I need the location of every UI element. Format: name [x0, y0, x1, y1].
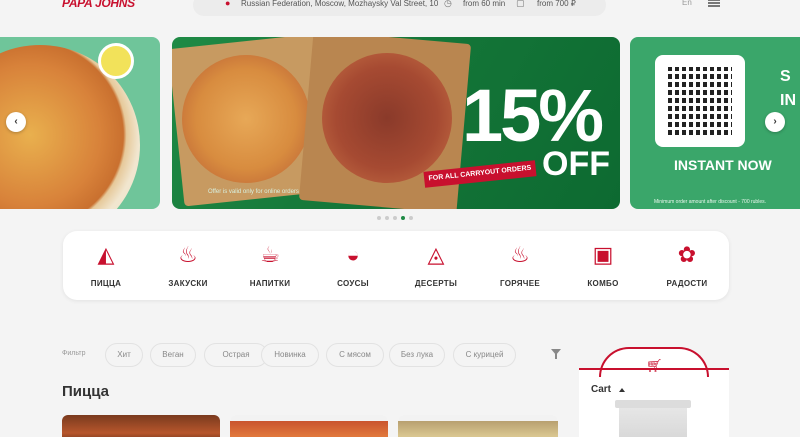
chevron-right-icon: › [773, 116, 777, 127]
category-5[interactable]: ◬ ДЕСЕРТЫ [401, 241, 471, 288]
filter-funnel-icon[interactable] [551, 349, 561, 359]
drink-cup-icon: ☕ [260, 242, 280, 267]
box-icon: ▢ [516, 0, 525, 8]
promo-instant-title: INSTANT NOW [674, 157, 772, 173]
carousel-dot[interactable] [377, 216, 381, 220]
carousel-pagination [377, 216, 413, 222]
category-label: СОУСЫ [337, 279, 369, 288]
empty-cart-box-image [615, 400, 691, 437]
pizza-image [62, 415, 220, 437]
qr-code-pattern [668, 67, 732, 135]
toy-bunny-icon: ✿ [677, 242, 697, 267]
filter-chip[interactable]: Веган [150, 343, 196, 367]
shopping-cart-icon[interactable]: 🛒︎ [646, 358, 663, 374]
snacks-icon: ♨ [178, 242, 198, 267]
location-pin-icon: ● [225, 0, 231, 8]
chevron-left-icon: ‹ [14, 116, 18, 127]
product-card[interactable] [62, 415, 220, 437]
category-label: ЗАКУСКИ [168, 279, 208, 288]
hot-pot-icon: ♨ [510, 242, 530, 267]
category-7[interactable]: ▣ КОМБО [568, 241, 638, 288]
category-label: РАДОСТИ [666, 279, 708, 288]
category-label: ПИЦЦА [90, 279, 122, 288]
papa-johns-logo[interactable]: PAPA JOHNS [62, 0, 135, 10]
carousel-dot[interactable] [401, 216, 405, 220]
filter-chip[interactable]: Без лука [389, 343, 445, 367]
category-label: КОМБО [587, 279, 619, 288]
language-switcher[interactable]: En [682, 0, 692, 7]
category-label: ГОРЯЧЕЕ [500, 279, 540, 288]
product-card[interactable] [398, 415, 558, 437]
filter-chip[interactable]: Хит [105, 343, 143, 367]
corn-topping-image [98, 43, 134, 79]
category-4[interactable]: ◒ СОУСЫ [318, 241, 388, 288]
category-2[interactable]: ♨ ЗАКУСКИ [153, 241, 223, 288]
category-label: ДЕСЕРТЫ [414, 279, 458, 288]
category-bar: ◭ ПИЦЦА ♨ ЗАКУСКИ ☕ НАПИТКИ ◒ СОУСЫ ◬ ДЕСЕРТЫ ♨ ГОР… [63, 231, 729, 300]
promo-off-label: OFF [542, 145, 610, 183]
promo-edge-text: S IN [780, 68, 796, 109]
product-card[interactable] [230, 415, 388, 437]
filter-chip[interactable]: С мясом [326, 343, 384, 367]
promo-fineprint: Minimum order amount after discount - 70… [654, 199, 766, 205]
carousel-next-button[interactable]: › [765, 112, 785, 132]
carousel-dot[interactable] [385, 216, 389, 220]
category-1[interactable]: ◭ ПИЦЦА [71, 241, 141, 288]
min-order-amount: from 700 ₽ [537, 0, 576, 8]
carousel-dot[interactable] [393, 216, 397, 220]
filter-chip[interactable]: Острая [204, 343, 268, 367]
category-3[interactable]: ☕ НАПИТКИ [235, 241, 305, 288]
hamburger-menu-icon[interactable] [708, 0, 720, 7]
delivery-info-bar[interactable]: ● Russian Federation, Moscow, Mozhaysky … [193, 0, 606, 16]
sauce-bowl-icon: ◒ [346, 242, 360, 267]
pizza-slice-icon: ◭ [97, 242, 115, 267]
category-6[interactable]: ♨ ГОРЯЧЕЕ [485, 241, 555, 288]
promo-note: Offer is valid only for online orders [208, 189, 299, 195]
pizza-image [322, 53, 452, 183]
carousel-prev-button[interactable]: ‹ [6, 112, 26, 132]
cart-label[interactable]: Cart [591, 384, 611, 395]
cake-icon: ◬ [427, 242, 445, 267]
filter-chip[interactable]: Новинка [261, 343, 319, 367]
promo-slide-carryout-15[interactable]: 15% OFF FOR ALL CARRYOUT ORDERS Offer is… [172, 37, 620, 209]
qr-code [655, 55, 745, 147]
caret-up-icon[interactable] [619, 388, 625, 392]
header: PAPA JOHNS ● Russian Federation, Moscow,… [0, 0, 800, 22]
pizza-image [230, 415, 388, 437]
combo-box-icon: ▣ [592, 242, 614, 267]
section-title: Пицца [62, 383, 109, 400]
carousel-dot[interactable] [409, 216, 413, 220]
category-label: НАПИТКИ [249, 279, 291, 288]
clock-icon: ◷ [444, 0, 452, 8]
pizza-image [182, 55, 310, 183]
delivery-time: from 60 min [463, 0, 506, 8]
filter-chip[interactable]: С курицей [453, 343, 516, 367]
pizza-image [398, 415, 558, 437]
category-8[interactable]: ✿ РАДОСТИ [652, 241, 722, 288]
delivery-address[interactable]: Russian Federation, Moscow, Mozhaysky Va… [241, 0, 438, 8]
filter-label: Фильтр [62, 350, 86, 357]
